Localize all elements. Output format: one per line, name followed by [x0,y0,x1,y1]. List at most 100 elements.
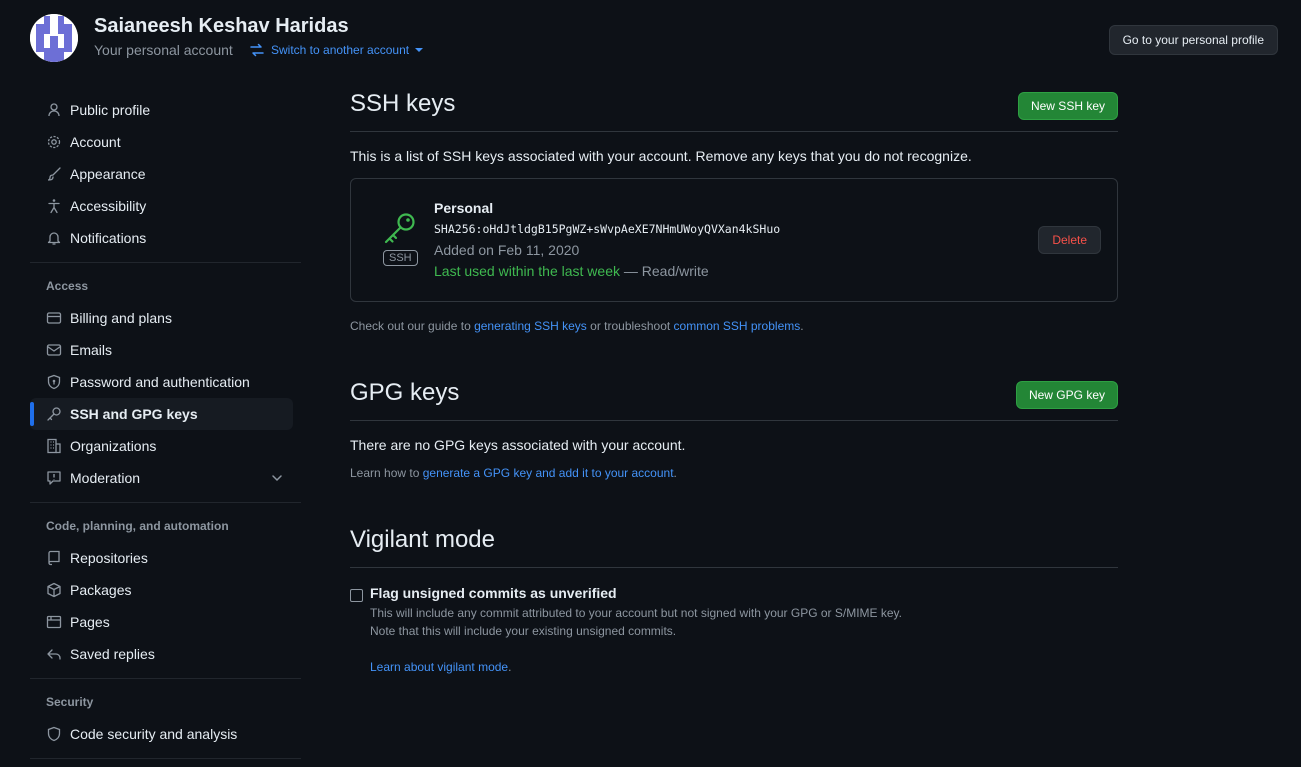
flag-unsigned-label[interactable]: Flag unsigned commits as unverified [370,585,617,601]
gear-icon [46,134,62,150]
sidebar-item-label: Appearance [70,166,146,182]
sidebar-item-label: Repositories [70,550,148,566]
sidebar-item-moderation[interactable]: Moderation [30,462,293,494]
sidebar-item-appearance[interactable]: Appearance [30,158,293,190]
sidebar-item-pages[interactable]: Pages [30,606,293,638]
flag-unsigned-checkbox[interactable] [350,589,363,602]
sidebar-item-label: Public profile [70,102,151,118]
organization-icon [46,438,62,454]
gpg-keys-header: GPG keys New GPG key [350,377,1118,421]
settings-main: SSH keys New SSH key This is a list of S… [350,88,1118,685]
browser-icon [46,614,62,630]
sidebar-item-account[interactable]: Account [30,126,293,158]
sidebar-item-label: Packages [70,582,132,598]
caret-down-icon [415,48,424,52]
sidebar-item-saved-replies[interactable]: Saved replies [30,638,293,670]
shield-icon [46,726,62,742]
avatar[interactable] [30,14,78,62]
gpg-note-text: . [673,466,677,480]
ssh-note-text: Check out our guide to [350,319,475,333]
accessibility-icon [46,198,62,214]
sidebar-item-organizations[interactable]: Organizations [30,430,293,462]
report-icon [46,470,62,486]
sidebar-divider [30,502,301,503]
shield-lock-icon [46,374,62,390]
learn-vigilant-mode-link[interactable]: Learn about vigilant mode [370,660,508,674]
account-subtitle: Your personal account [94,42,233,58]
go-to-profile-button[interactable]: Go to your personal profile [1108,25,1278,55]
sidebar-item-accessibility[interactable]: Accessibility [30,190,293,222]
ssh-keys-header: SSH keys New SSH key [350,88,1118,132]
vigilant-learn-suffix: . [508,660,512,674]
sidebar-divider [30,678,301,679]
sidebar-item-label: Account [70,134,121,150]
gpg-note-text: Learn how to [350,466,423,480]
sidebar-heading-access: Access [46,279,89,293]
vigilant-mode-title: Vigilant mode [350,526,495,553]
mail-icon [46,342,62,358]
ssh-note-text: or troubleshoot [586,319,674,333]
ssh-key-item: SSH Personal SHA256:oHdJtldgB15PgWZ+sWvp… [350,178,1118,302]
sidebar-item-public-profile[interactable]: Public profile [30,94,293,126]
new-gpg-key-button[interactable]: New GPG key [1015,381,1118,409]
sidebar-item-label: Organizations [70,438,157,454]
sidebar-item-emails[interactable]: Emails [30,334,293,366]
sidebar-item-repositories[interactable]: Repositories [30,542,293,574]
paintbrush-icon [46,166,62,182]
sidebar-item-label: Billing and plans [70,310,172,326]
vigilant-note-1: This will include any commit attributed … [370,606,903,620]
chevron-down-icon[interactable] [269,470,285,486]
person-icon [46,102,62,118]
sidebar-heading-security: Security [46,695,94,709]
account-name: Saianeesh Keshav Haridas [94,15,349,37]
ssh-help-note: Check out our guide to generating SSH ke… [350,319,1118,333]
delete-ssh-key-button[interactable]: Delete [1038,226,1101,254]
sidebar-item-label: Emails [70,342,113,358]
sidebar-item-label: Accessibility [70,198,147,214]
arrow-switch-icon [250,43,264,57]
ssh-key-last-used: Last used within the last week [434,263,620,279]
sidebar-item-label: Moderation [70,470,141,486]
bell-icon [46,230,62,246]
generate-gpg-key-link[interactable]: generate a GPG key and add it to your ac… [423,466,674,480]
key-icon [384,213,415,244]
sidebar-item-label: Pages [70,614,110,630]
gpg-keys-description: There are no GPG keys associated with yo… [350,437,686,453]
ssh-key-added-date: Added on Feb 11, 2020 [434,242,580,258]
settings-header: Saianeesh Keshav Haridas Your personal a… [30,14,1278,64]
sidebar-heading-code: Code, planning, and automation [46,519,229,533]
ssh-key-name: Personal [434,200,494,216]
gpg-keys-title: GPG keys [350,379,460,406]
credit-card-icon [46,310,62,326]
vigilant-mode-option: Flag unsigned commits as unverified This… [350,585,1118,685]
settings-sidebar: Public profile Account Appearance Access… [30,94,301,767]
switch-account-label: Switch to another account [271,43,410,57]
ssh-key-fingerprint: SHA256:oHdJtldgB15PgWZ+sWvpAeXE7NHmUWoyQ… [434,222,781,236]
sidebar-item-label: SSH and GPG keys [70,406,198,422]
sidebar-item-label: Password and authentication [70,374,250,390]
sidebar-item-password-auth[interactable]: Password and authentication [30,366,293,398]
ssh-keys-description: This is a list of SSH keys associated wi… [350,148,972,164]
switch-account-link[interactable]: Switch to another account [249,42,424,58]
vigilant-mode-header: Vigilant mode [350,524,1118,568]
sidebar-item-label: Saved replies [70,646,155,662]
sidebar-item-code-security[interactable]: Code security and analysis [30,718,293,750]
ssh-keys-title: SSH keys [350,90,456,117]
new-ssh-key-button[interactable]: New SSH key [1017,92,1118,120]
ssh-key-access: — Read/write [620,263,709,279]
ssh-key-usage: Last used within the last week — Read/wr… [434,263,709,279]
sidebar-item-label: Notifications [70,230,147,246]
vigilant-note-2: Note that this will include your existin… [370,624,677,638]
gpg-help-note: Learn how to generate a GPG key and add … [350,466,1118,480]
sidebar-item-billing[interactable]: Billing and plans [30,302,293,334]
sidebar-item-packages[interactable]: Packages [30,574,293,606]
reply-icon [46,646,62,662]
sidebar-item-notifications[interactable]: Notifications [30,222,293,254]
generating-ssh-keys-link[interactable]: generating SSH keys [474,319,587,333]
ssh-type-badge: SSH [383,250,418,266]
sidebar-divider [30,758,301,759]
sidebar-item-ssh-gpg-keys[interactable]: SSH and GPG keys [30,398,293,430]
common-ssh-problems-link[interactable]: common SSH problems [674,319,801,333]
